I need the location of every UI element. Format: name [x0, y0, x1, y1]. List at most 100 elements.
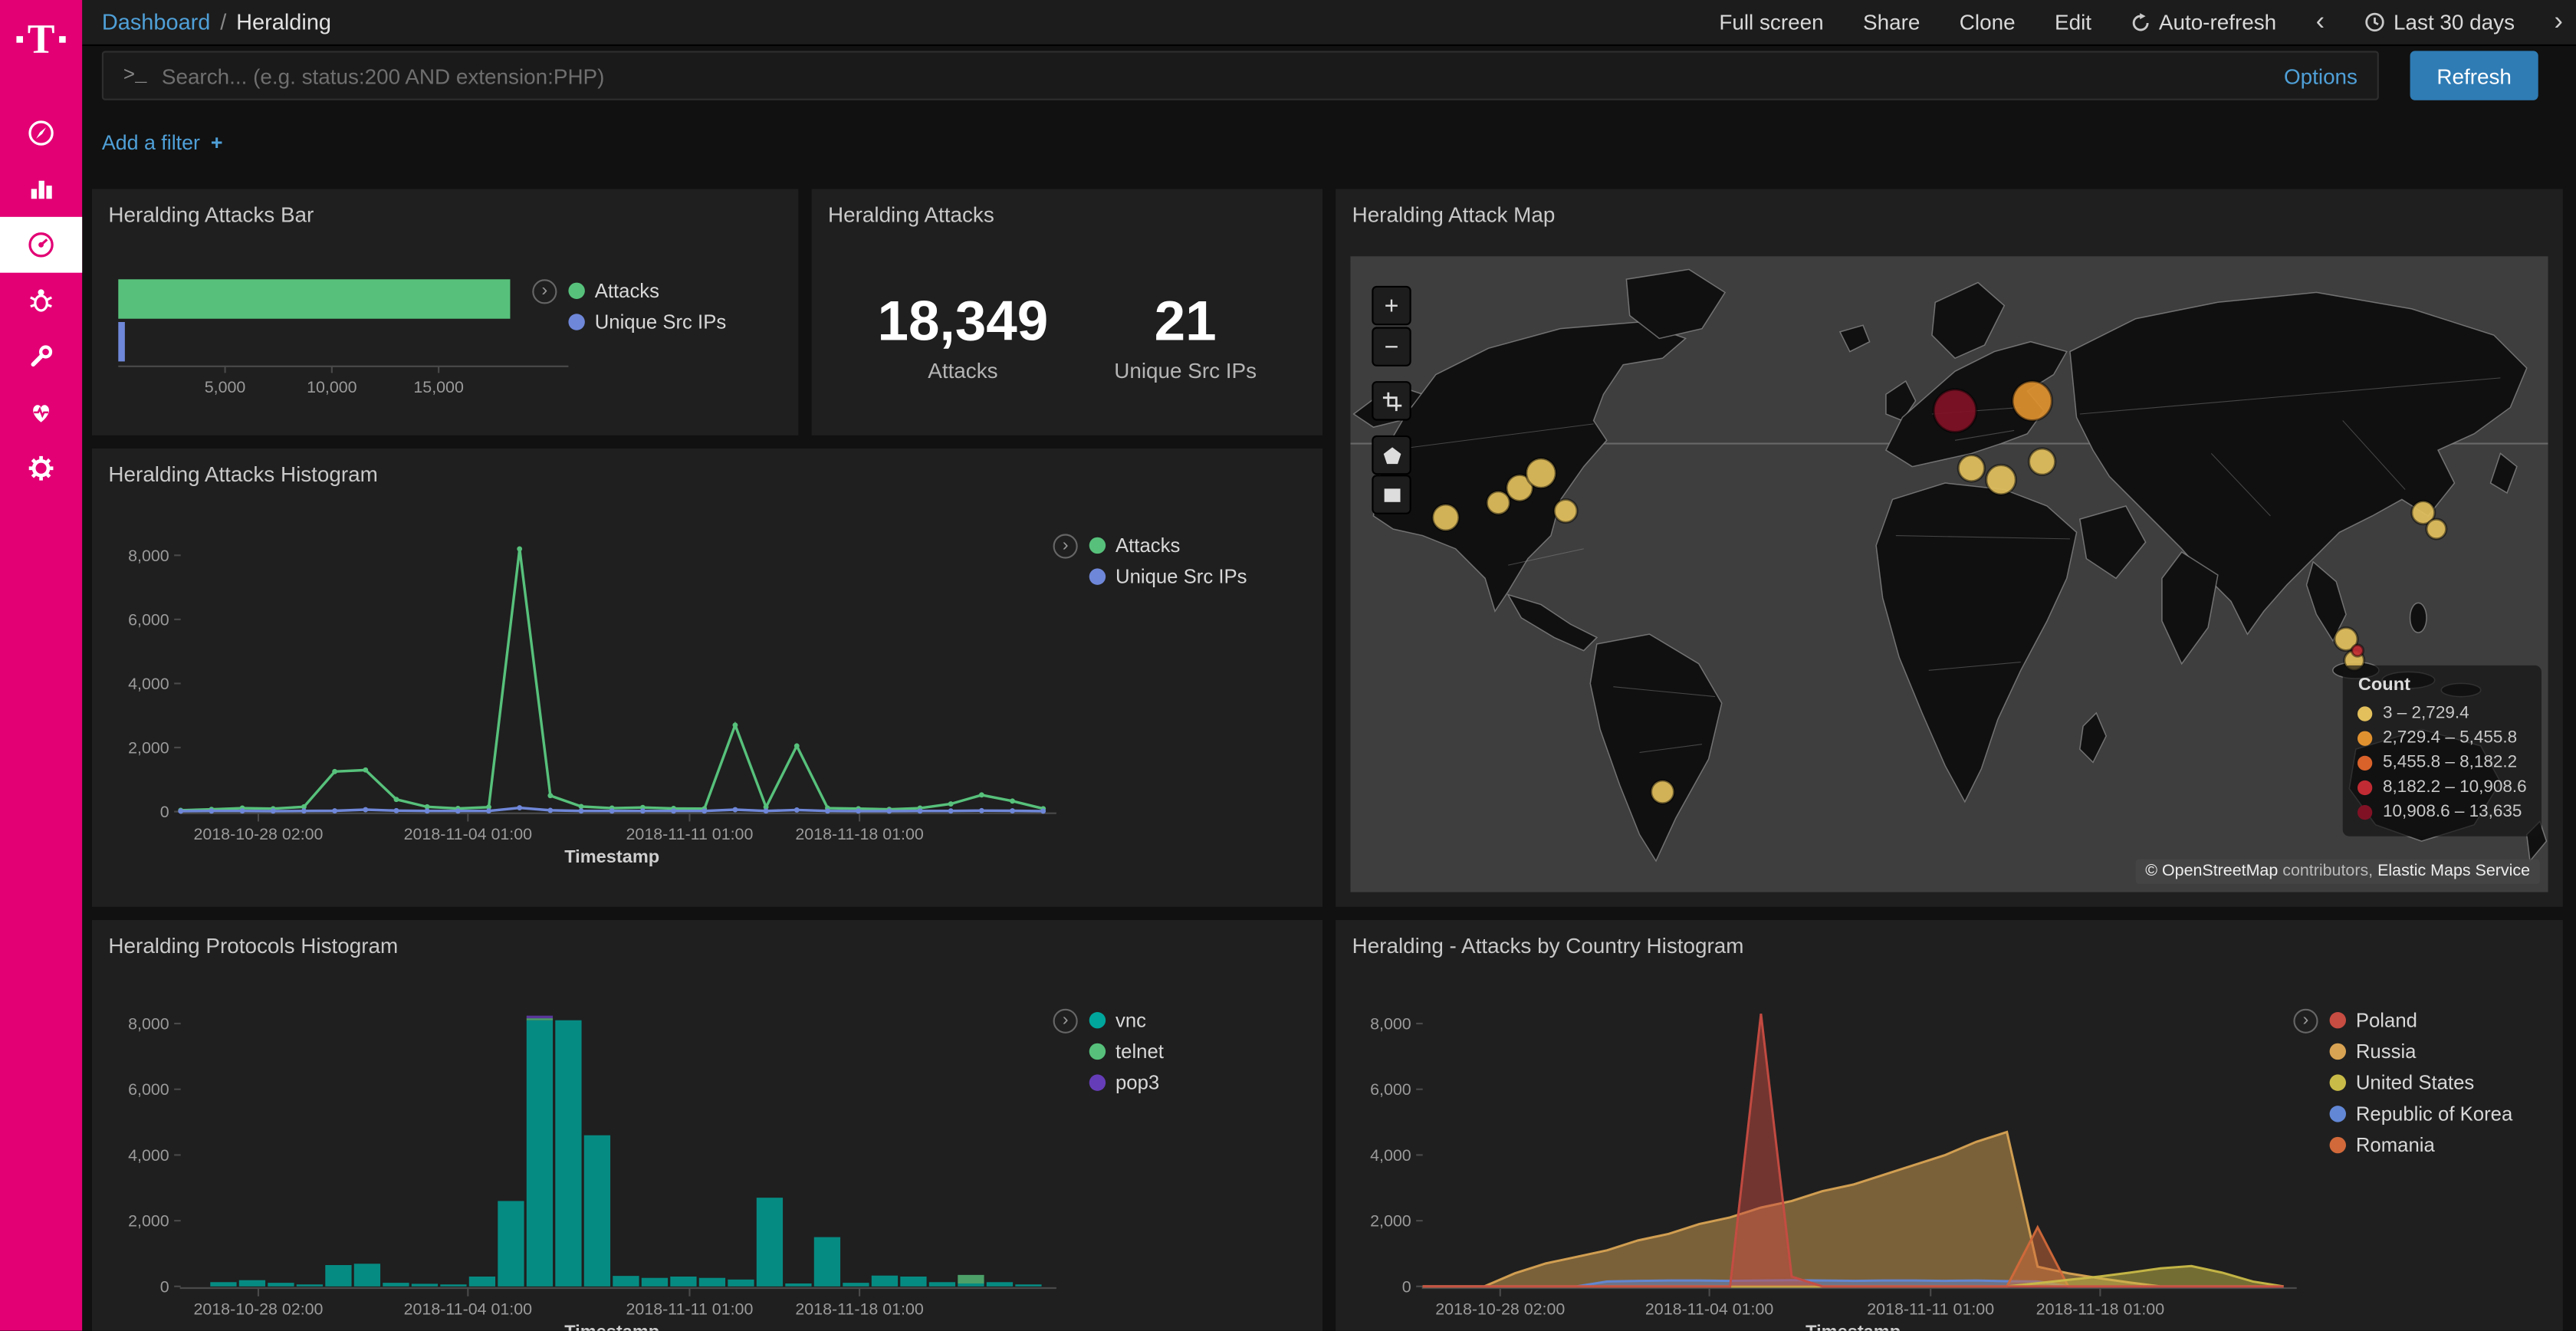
legend-label: Russia — [2356, 1040, 2417, 1063]
legend-item[interactable]: vnc — [1089, 1009, 1164, 1032]
svg-text:0: 0 — [160, 1277, 169, 1296]
legend-toggle-icon[interactable]: › — [1053, 1009, 1078, 1034]
legend-item[interactable]: Unique Src IPs — [568, 311, 726, 334]
svg-text:8,000: 8,000 — [128, 1015, 169, 1034]
zoom-in-button[interactable]: + — [1372, 286, 1411, 325]
map-legend-color-dot — [2358, 731, 2373, 746]
time-range-label: Last 30 days — [2394, 10, 2515, 35]
gear-icon — [26, 453, 56, 483]
ems-attribution-link[interactable]: Elastic Maps Service — [2377, 863, 2530, 881]
chart-legend: › Attacks Unique Src IPs — [1053, 534, 1247, 588]
legend-label: Unique Src IPs — [1116, 565, 1247, 588]
svg-text:2018-11-11 01:00: 2018-11-11 01:00 — [626, 1300, 754, 1318]
time-forward-chevron-icon[interactable]: › — [2554, 9, 2562, 35]
crop-icon — [1381, 390, 1402, 412]
draw-polygon-button[interactable] — [1372, 435, 1411, 475]
plus-icon[interactable]: + — [211, 131, 223, 154]
clone-button[interactable]: Clone — [1960, 10, 2016, 35]
panel-heralding-attacks-metric: Heralding Attacks 18,349 Attacks 21 Uniq… — [812, 189, 1322, 435]
world-map[interactable]: + − Count — [1350, 256, 2548, 892]
draw-rectangle-button[interactable] — [1372, 475, 1411, 514]
legend-item[interactable]: Attacks — [1089, 534, 1247, 557]
legend-item[interactable]: pop3 — [1089, 1071, 1164, 1094]
svg-text:5,000: 5,000 — [205, 378, 246, 396]
panel-heralding-protocols-histogram: Heralding Protocols Histogram 02,0004,00… — [92, 920, 1322, 1331]
legend-item[interactable]: Russia — [2330, 1040, 2513, 1063]
wrench-icon — [26, 342, 56, 372]
sidebar-item-dev-tools[interactable] — [0, 329, 82, 385]
legend-item[interactable]: Republic of Korea — [2330, 1103, 2513, 1126]
legend-toggle-icon[interactable]: › — [1053, 534, 1078, 558]
svg-text:15,000: 15,000 — [413, 378, 464, 396]
metric-value: 18,349 — [877, 292, 1048, 353]
chart-legend: › Attacks Unique Src IPs — [532, 279, 726, 334]
svg-text:Timestamp: Timestamp — [1806, 1321, 1901, 1330]
time-range-picker[interactable]: Last 30 days — [2364, 10, 2515, 35]
time-back-chevron-icon[interactable]: ‹ — [2316, 9, 2325, 35]
search-input[interactable] — [162, 64, 2268, 88]
map-legend-color-dot — [2358, 756, 2373, 771]
sidebar-item-visualize[interactable] — [0, 161, 82, 217]
svg-text:Timestamp: Timestamp — [564, 1321, 659, 1330]
zoom-out-button[interactable]: − — [1372, 327, 1411, 366]
map-legend-color-dot — [2358, 706, 2373, 721]
legend-color-dot — [1089, 1012, 1106, 1028]
edit-button[interactable]: Edit — [2055, 10, 2091, 35]
legend-toggle-icon[interactable]: › — [2293, 1009, 2318, 1034]
query-options-link[interactable]: Options — [2284, 64, 2358, 88]
add-filter-link[interactable]: Add a filter — [102, 131, 200, 154]
svg-text:2,000: 2,000 — [1370, 1212, 1411, 1231]
sidebar-item-discover[interactable] — [0, 105, 82, 161]
legend-item[interactable]: Romania — [2330, 1134, 2513, 1157]
query-bar: >_ Options — [102, 51, 2379, 100]
legend-color-dot — [1089, 1043, 1106, 1060]
legend-color-dot — [568, 314, 584, 330]
protocols-bar-chart: 02,0004,0006,0008,0002018-10-28 02:00201… — [92, 920, 1322, 1331]
sidebar-item-dashboard[interactable] — [0, 217, 82, 273]
map-legend-label: 5,455.8 – 8,182.2 — [2383, 751, 2517, 775]
svg-text:2,000: 2,000 — [128, 1212, 169, 1231]
svg-text:2,000: 2,000 — [128, 738, 169, 757]
bar-chart-icon — [26, 174, 56, 204]
map-legend-color-dot — [2358, 781, 2373, 795]
osm-attribution-link[interactable]: © OpenStreetMap — [2145, 863, 2278, 881]
logo-dot — [16, 36, 23, 43]
refresh-button[interactable]: Refresh — [2410, 51, 2538, 100]
legend-item[interactable]: Unique Src IPs — [1089, 565, 1247, 588]
legend-item[interactable]: Poland — [2330, 1009, 2513, 1032]
breadcrumb: Dashboard / Heralding — [102, 10, 331, 35]
breadcrumb-dashboard-link[interactable]: Dashboard — [102, 10, 211, 35]
logo-dot — [60, 36, 67, 43]
svg-text:6,000: 6,000 — [1370, 1080, 1411, 1099]
legend-toggle-icon[interactable]: › — [532, 279, 557, 304]
map-legend-item: 5,455.8 – 8,182.2 — [2358, 751, 2527, 775]
sidebar-item-management[interactable] — [0, 440, 82, 496]
logo-letter: T — [28, 19, 55, 61]
share-button[interactable]: Share — [1863, 10, 1920, 35]
legend-item[interactable]: telnet — [1089, 1040, 1164, 1063]
chart-legend: › Poland Russia United States Republic of Ko… — [2293, 1009, 2512, 1157]
map-legend-label: 3 – 2,729.4 — [2383, 702, 2469, 726]
legend-label: Poland — [2356, 1009, 2417, 1032]
fit-data-bounds-button[interactable] — [1372, 381, 1411, 420]
clock-icon — [2364, 12, 2385, 33]
t-mobile-logo[interactable]: T — [0, 0, 82, 79]
legend-item[interactable]: United States — [2330, 1071, 2513, 1094]
breadcrumb-current: Heralding — [236, 10, 331, 35]
legend-item[interactable]: Attacks — [568, 279, 726, 302]
sidebar-item-monitoring[interactable] — [0, 384, 82, 440]
svg-text:4,000: 4,000 — [128, 675, 169, 693]
auto-refresh-button[interactable]: Auto-refresh — [2131, 10, 2276, 35]
full-screen-button[interactable]: Full screen — [1719, 10, 1823, 35]
map-attribution: © OpenStreetMap contributors, Elastic Ma… — [2135, 859, 2539, 884]
legend-label: United States — [2356, 1071, 2474, 1094]
svg-text:0: 0 — [160, 803, 169, 821]
svg-text:2018-10-28 02:00: 2018-10-28 02:00 — [193, 1300, 323, 1318]
top-navbar: Dashboard / Heralding Full screen Share … — [82, 0, 2576, 46]
sidebar-item-timelion[interactable] — [0, 273, 82, 329]
legend-label: Attacks — [1116, 534, 1180, 557]
svg-text:8,000: 8,000 — [128, 547, 169, 565]
map-count-legend: Count 3 – 2,729.42,729.4 – 5,455.85,455.… — [2344, 666, 2542, 836]
svg-text:2018-11-11 01:00: 2018-11-11 01:00 — [626, 825, 754, 843]
bug-icon — [26, 286, 56, 316]
